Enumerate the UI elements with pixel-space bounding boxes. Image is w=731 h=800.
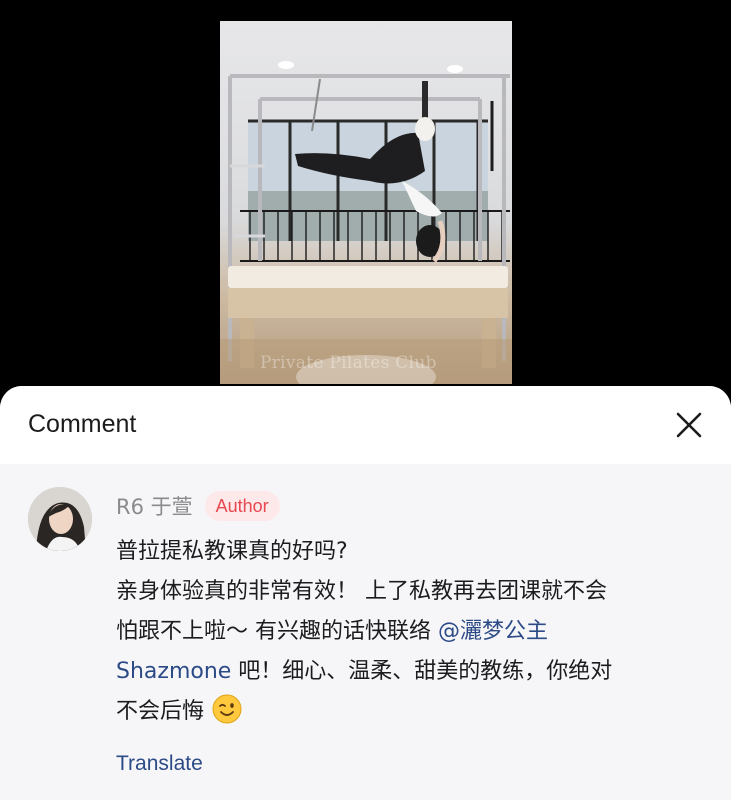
translate-button[interactable]: Translate — [116, 752, 203, 776]
video-frame[interactable]: Private Pilates Club — [220, 21, 512, 384]
video-player[interactable]: Private Pilates Club — [0, 0, 731, 400]
comment-line-4-text: 吧！细心、温柔、甜美的教练，你绝对 — [231, 659, 613, 684]
close-button[interactable] — [672, 408, 706, 442]
comment-sheet: Comment R6 于萱 Author 普拉提私教课真的好吗? 亲身体验真的非… — [0, 386, 731, 800]
video-scene-illustration — [220, 61, 512, 384]
close-icon — [676, 412, 702, 438]
comment-sheet-header: Comment — [0, 386, 731, 464]
author-badge: Author — [204, 491, 280, 521]
comment-line-5-text: 不会后悔 — [116, 699, 205, 724]
mention-link-continued[interactable]: Shazmone — [116, 659, 231, 684]
comment-author-name[interactable]: R6 于萱 — [116, 491, 193, 521]
comment-text: 普拉提私教课真的好吗? 亲身体验真的非常有效！ 上了私教再去团课就不会 怕跟不上… — [116, 532, 716, 732]
comment-author-row: R6 于萱 Author — [116, 489, 280, 523]
comment-line-4: Shazmone 吧！细心、温柔、甜美的教练，你绝对 — [116, 652, 716, 692]
winking-face-emoji-icon — [212, 694, 242, 724]
video-watermark: Private Pilates Club — [260, 353, 437, 373]
comment-line-5: 不会后悔 — [116, 692, 716, 732]
mention-link[interactable]: @灑梦公主 — [438, 619, 548, 644]
comment-line-3-text: 怕跟不上啦～ 有兴趣的话快联络 — [116, 619, 438, 644]
comment-line-1: 普拉提私教课真的好吗? — [116, 539, 348, 564]
avatar-image — [28, 487, 92, 551]
comment-sheet-title: Comment — [28, 410, 137, 438]
comment-line-3: 怕跟不上啦～ 有兴趣的话快联络 @灑梦公主 — [116, 612, 716, 652]
avatar[interactable] — [28, 487, 92, 551]
comment-line-2: 亲身体验真的非常有效！ 上了私教再去团课就不会 — [116, 579, 607, 604]
